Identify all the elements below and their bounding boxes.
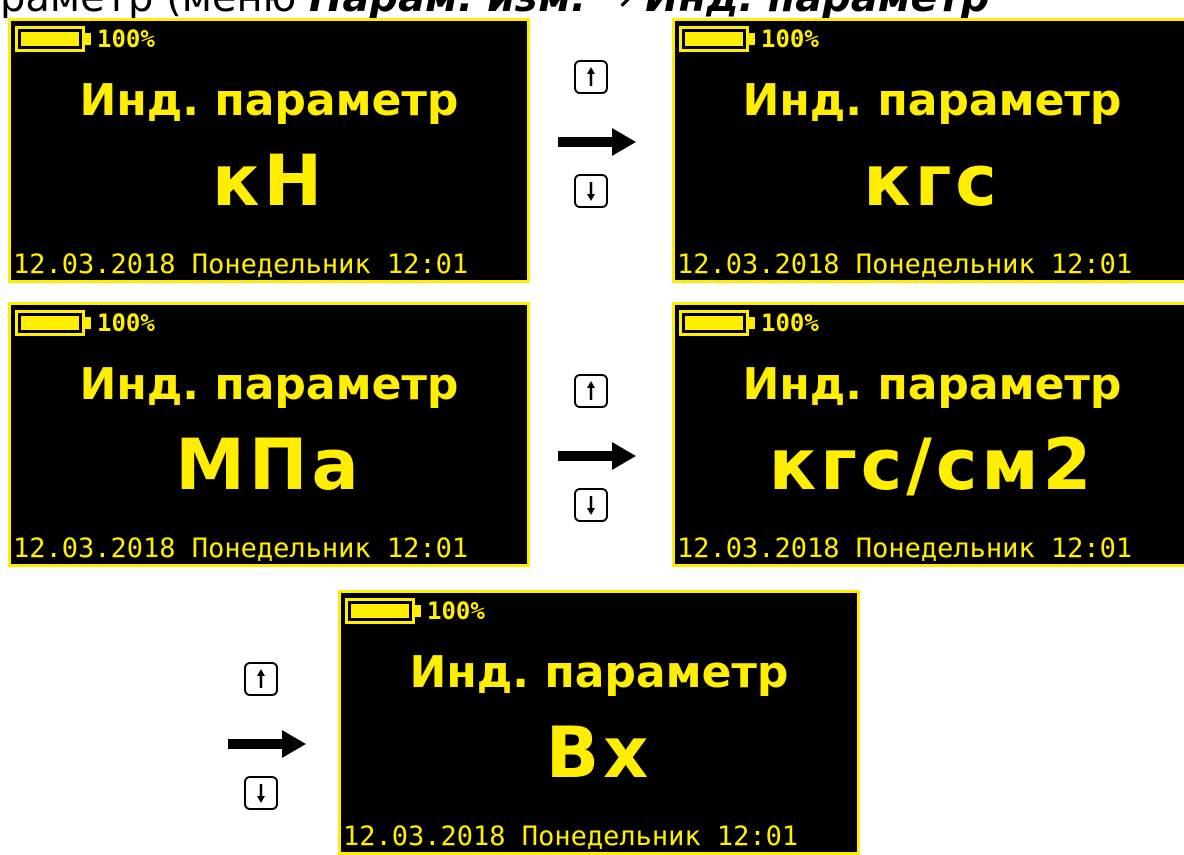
- battery-fill: [351, 604, 409, 618]
- battery-icon: [679, 310, 749, 336]
- device-screen-vx: 100% Инд. параметр Вх 12.03.2018 Понедел…: [338, 590, 860, 855]
- header-caption: раметр (меню Парам. изм. → Инд. параметр: [0, 0, 1184, 18]
- battery-icon: [15, 310, 85, 336]
- device-screen-kn: 100% Инд. параметр кН 12.03.2018 Понедел…: [8, 18, 530, 283]
- arrow-down-key-icon[interactable]: [244, 776, 278, 810]
- status-line: 12.03.2018 Понедельник 12:01: [13, 249, 469, 280]
- nav-transition-1: [558, 60, 638, 230]
- status-line: 12.03.2018 Понедельник 12:01: [677, 249, 1133, 280]
- param-value: кгс/см2: [768, 424, 1096, 506]
- device-screen-mpa: 100% Инд. параметр МПа 12.03.2018 Понеде…: [8, 302, 530, 567]
- battery-percent: 100%: [97, 25, 155, 53]
- battery-percent: 100%: [761, 309, 819, 337]
- battery-tip: [415, 605, 421, 617]
- header-prefix: раметр (меню: [0, 0, 309, 18]
- arrow-up-key-icon[interactable]: [574, 374, 608, 408]
- status-line: 12.03.2018 Понедельник 12:01: [13, 533, 469, 564]
- param-title: Инд. параметр: [742, 75, 1122, 126]
- param-value: Вх: [545, 712, 653, 794]
- battery-fill: [21, 316, 79, 330]
- arrow-up-key-icon[interactable]: [574, 60, 608, 94]
- arrow-up-key-icon[interactable]: [244, 662, 278, 696]
- header-separator: →: [586, 0, 645, 18]
- arrow-down-key-icon[interactable]: [574, 488, 608, 522]
- param-value: кН: [211, 140, 327, 222]
- nav-transition-3: [228, 662, 308, 832]
- battery-tip: [749, 317, 755, 329]
- right-arrow-icon: [558, 126, 638, 158]
- param-title: Инд. параметр: [79, 359, 459, 410]
- battery-icon: [679, 26, 749, 52]
- right-arrow-icon: [228, 728, 308, 760]
- device-screen-kgs-cm2: 100% Инд. параметр кгс/см2 12.03.2018 По…: [672, 302, 1184, 567]
- header-target: Инд. параметр: [645, 0, 989, 18]
- device-screen-kgs: 100% Инд. параметр кгс 12.03.2018 Понеде…: [672, 18, 1184, 283]
- nav-transition-2: [558, 374, 638, 544]
- right-arrow-icon: [558, 440, 638, 472]
- battery-fill: [685, 32, 743, 46]
- battery-percent: 100%: [761, 25, 819, 53]
- param-value: МПа: [175, 424, 363, 506]
- battery-fill: [685, 316, 743, 330]
- header-menu-item: Парам. изм.: [309, 0, 586, 18]
- battery-icon: [345, 598, 415, 624]
- battery-percent: 100%: [97, 309, 155, 337]
- param-title: Инд. параметр: [742, 359, 1122, 410]
- battery-tip: [85, 317, 91, 329]
- battery-tip: [749, 33, 755, 45]
- status-line: 12.03.2018 Понедельник 12:01: [343, 821, 799, 852]
- param-title: Инд. параметр: [409, 647, 789, 698]
- battery-icon: [15, 26, 85, 52]
- arrow-down-key-icon[interactable]: [574, 174, 608, 208]
- battery-tip: [85, 33, 91, 45]
- param-title: Инд. параметр: [79, 75, 459, 126]
- param-value: кгс: [863, 140, 1001, 222]
- status-line: 12.03.2018 Понедельник 12:01: [677, 533, 1133, 564]
- battery-percent: 100%: [427, 597, 485, 625]
- battery-fill: [21, 32, 79, 46]
